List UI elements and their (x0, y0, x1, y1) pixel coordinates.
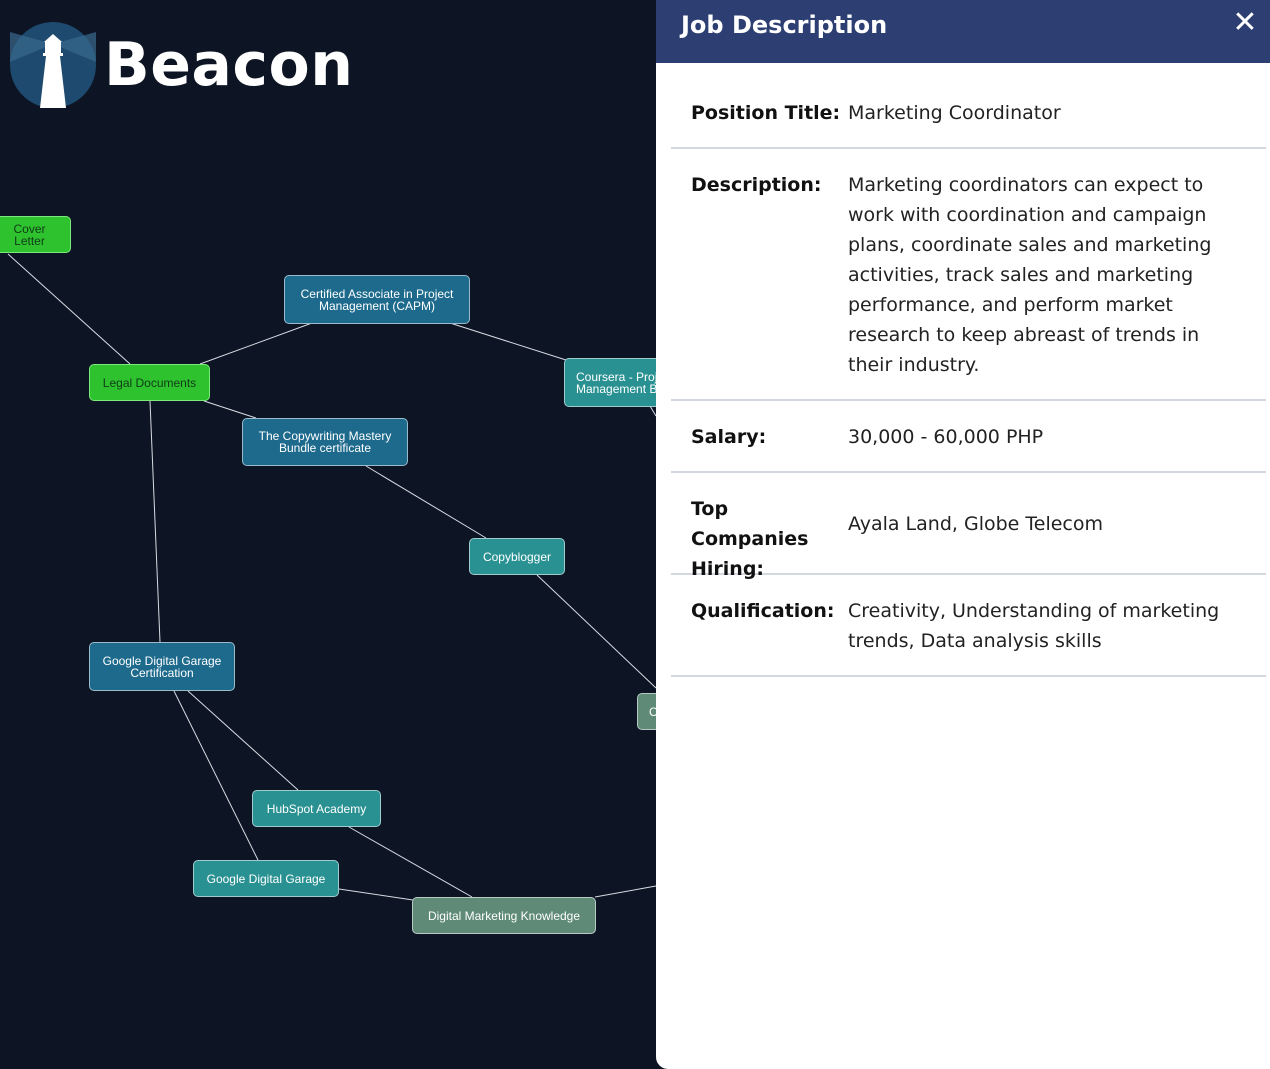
edge (348, 826, 473, 898)
close-icon[interactable]: ✕ (1232, 8, 1258, 38)
edge (7, 253, 131, 365)
edge (149, 400, 161, 643)
node-legal-documents[interactable]: Legal Documents (89, 364, 210, 401)
edge (449, 322, 567, 361)
description-label: Description: (691, 174, 822, 196)
panel-header: Job Description ✕ (656, 0, 1270, 63)
edge (338, 888, 414, 901)
node-hubspot-academy[interactable]: HubSpot Academy (252, 790, 381, 827)
row-qualification: Qualification: Creativity, Understanding… (671, 575, 1266, 677)
edge (203, 400, 257, 419)
edge (365, 465, 487, 539)
node-cover-letter[interactable]: Cover Letter (0, 216, 71, 253)
position-title-label: Position Title: (691, 102, 841, 124)
top-companies-value: Ayala Land, Globe Telecom (848, 513, 1103, 535)
node-google-digital-garage-certification[interactable]: Google Digital Garage Certification (89, 642, 235, 691)
job-description-panel: Job Description ✕ Position Title: Market… (656, 0, 1270, 1069)
edge (536, 574, 657, 689)
brand: Beacon (10, 22, 353, 108)
edge (199, 322, 313, 365)
lighthouse-icon (10, 22, 96, 108)
description-value: Marketing coordinators can expect to wor… (848, 174, 1212, 376)
row-description: Description: Marketing coordinators can … (671, 149, 1266, 401)
edge (187, 690, 299, 791)
position-title-value: Marketing Coordinator (848, 102, 1061, 124)
node-copyblogger[interactable]: Copyblogger (469, 538, 565, 575)
edge (594, 885, 657, 898)
qualification-label: Qualification: (691, 600, 835, 622)
job-details: Position Title: Marketing Coordinator De… (671, 63, 1266, 677)
row-position-title: Position Title: Marketing Coordinator (671, 63, 1266, 149)
node-copywriting-mastery[interactable]: The Copywriting Mastery Bundle certifica… (242, 418, 408, 466)
node-capm[interactable]: Certified Associate in Project Managemen… (284, 275, 470, 324)
node-google-digital-garage[interactable]: Google Digital Garage (193, 860, 339, 897)
panel-title: Job Description (681, 11, 888, 39)
row-top-companies: Top Companies Hiring: Ayala Land, Globe … (671, 473, 1266, 580)
salary-label: Salary: (691, 426, 767, 448)
top-companies-label: Top Companies Hiring: (691, 498, 809, 580)
row-salary: Salary: 30,000 - 60,000 PHP (671, 401, 1266, 473)
app-title: Beacon (104, 30, 354, 100)
qualification-value: Creativity, Understanding of marketing t… (848, 600, 1220, 652)
node-digital-marketing-knowledge[interactable]: Digital Marketing Knowledge (412, 897, 596, 934)
salary-value: 30,000 - 60,000 PHP (848, 426, 1044, 448)
